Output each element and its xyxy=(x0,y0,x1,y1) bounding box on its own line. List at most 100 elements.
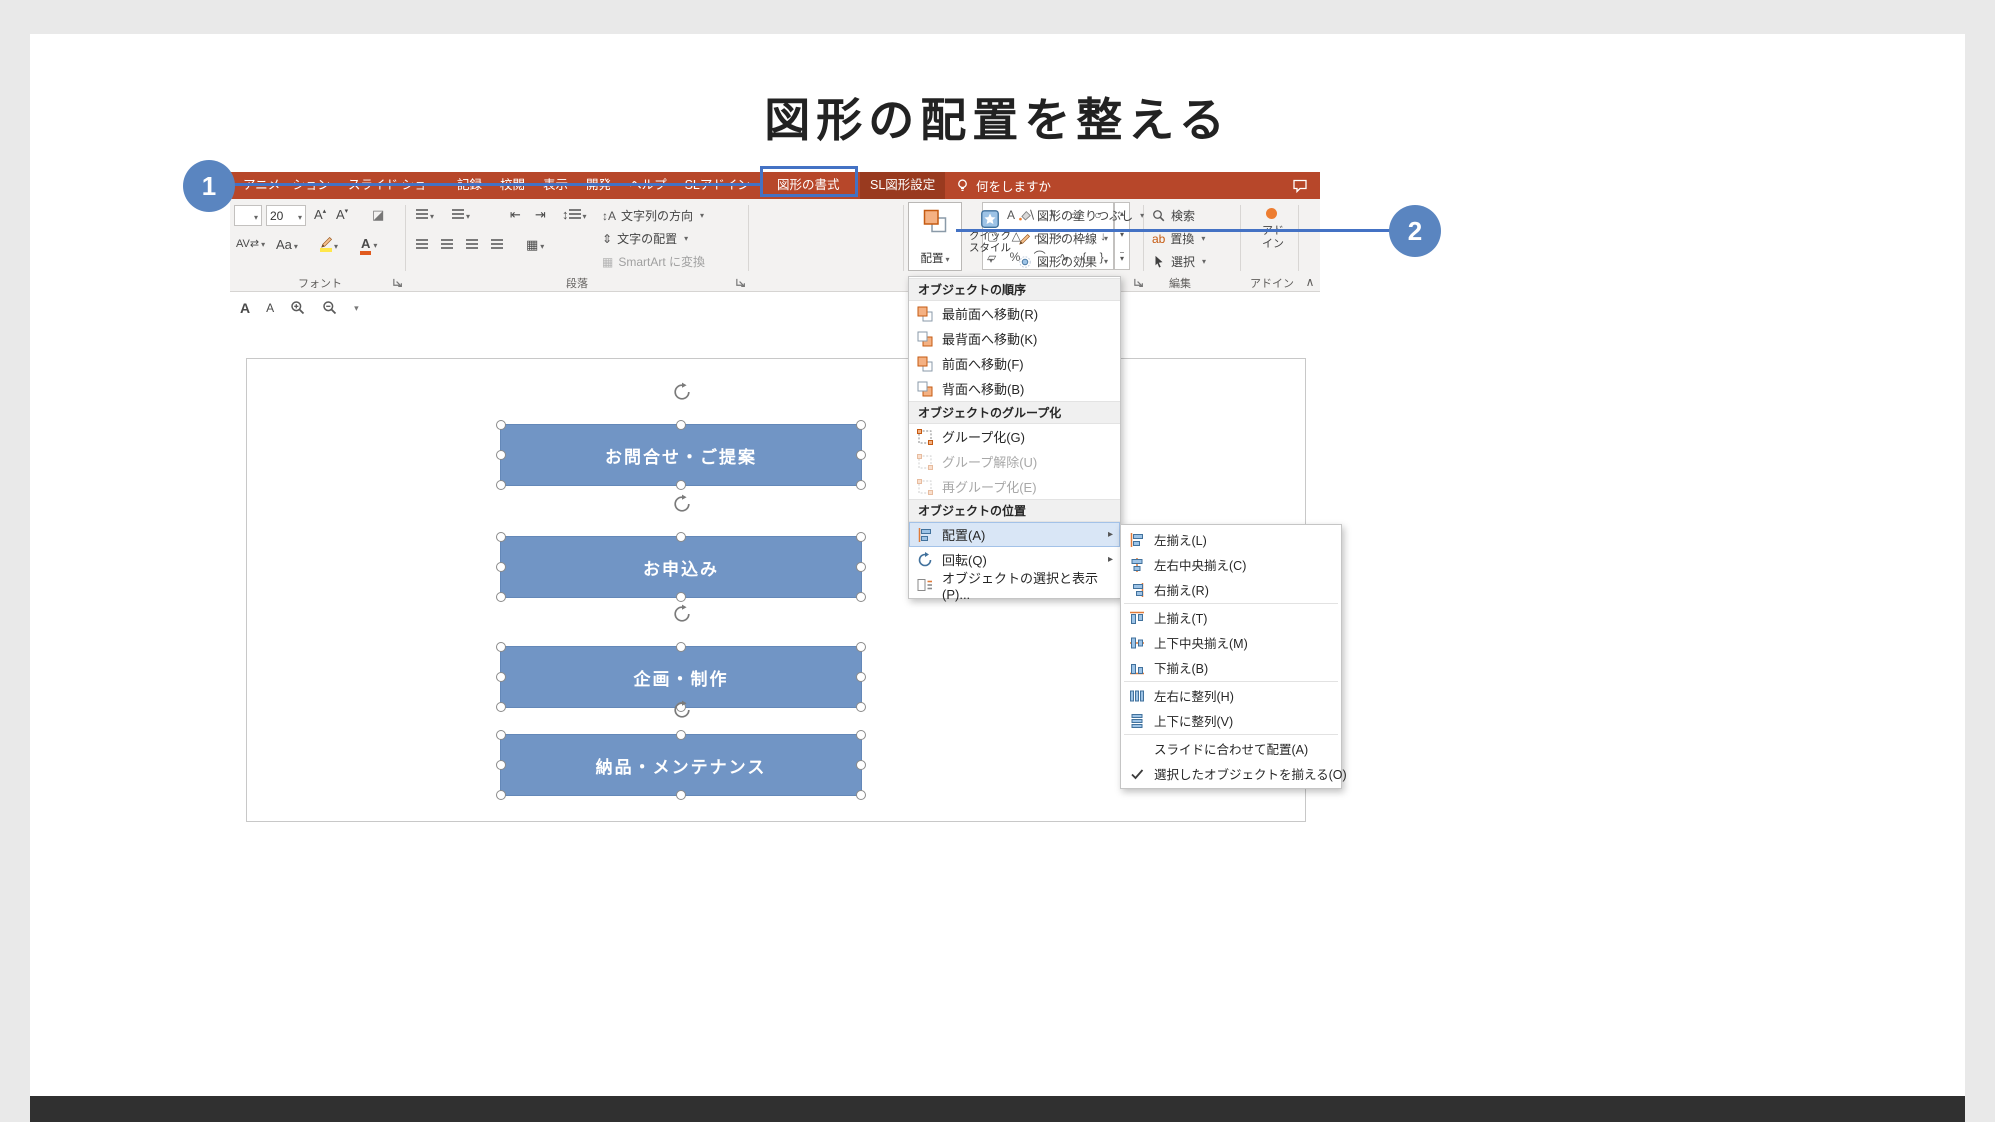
shape-styles-dialog-launcher-icon[interactable] xyxy=(1133,277,1144,288)
find-button[interactable]: 検索 xyxy=(1152,207,1195,224)
menu-item-align[interactable]: 配置(A)▸ xyxy=(909,522,1120,547)
decrease-indent-button[interactable]: ⇤ xyxy=(510,207,521,223)
selection-handle[interactable] xyxy=(496,420,506,430)
submenu-item-align-right[interactable]: 右揃え(R) xyxy=(1121,577,1341,602)
selection-handle[interactable] xyxy=(856,480,866,490)
selection-handle[interactable] xyxy=(676,532,686,542)
tab-sl-shape-settings[interactable]: SL図形設定 xyxy=(860,172,945,199)
menu-item-regroup[interactable]: 再グループ化(E) xyxy=(909,474,1120,499)
rotate-handle-icon[interactable] xyxy=(672,494,692,514)
arrange-button[interactable]: 配置 xyxy=(908,202,962,271)
selection-handle[interactable] xyxy=(676,592,686,602)
text-align-button[interactable]: ⇕文字の配置 xyxy=(602,230,688,247)
align-right-button[interactable] xyxy=(466,237,478,252)
align-left-button[interactable] xyxy=(416,237,428,252)
character-spacing-button[interactable]: AV⇄ xyxy=(236,237,265,250)
submenu-item-align-center[interactable]: 左右中央揃え(C) xyxy=(1121,552,1341,577)
selection-handle[interactable] xyxy=(496,532,506,542)
selection-handle[interactable] xyxy=(856,642,866,652)
selection-handle[interactable] xyxy=(856,730,866,740)
flow-shape-delivery[interactable]: 納品・メンテナンス xyxy=(500,734,862,796)
zoom-in-icon[interactable] xyxy=(290,300,306,316)
zoom-out-icon[interactable] xyxy=(322,300,338,316)
shape-fill-button[interactable]: 図形の塗りつぶし xyxy=(1018,207,1144,224)
font-dialog-launcher-icon[interactable] xyxy=(392,277,403,288)
selection-handle[interactable] xyxy=(856,672,866,682)
menu-item-bring-to-front[interactable]: 最前面へ移動(R) xyxy=(909,301,1120,326)
selection-handle[interactable] xyxy=(676,790,686,800)
selection-handle[interactable] xyxy=(496,592,506,602)
selection-handle[interactable] xyxy=(496,672,506,682)
change-case-button[interactable]: Aa xyxy=(276,237,298,252)
selection-handle[interactable] xyxy=(856,450,866,460)
font-color-button[interactable]: A xyxy=(360,236,377,251)
comment-icon[interactable] xyxy=(1292,178,1308,194)
selection-handle[interactable] xyxy=(496,562,506,572)
shrink-font-button[interactable]: A▾ xyxy=(336,207,348,222)
submenu-item-distribute-vertically[interactable]: 上下に整列(V) xyxy=(1121,708,1341,733)
menu-item-group[interactable]: グループ化(G) xyxy=(909,424,1120,449)
clear-formatting-icon[interactable]: ◪ xyxy=(372,207,384,223)
line-spacing-button[interactable]: ↕ xyxy=(562,207,587,222)
text-highlight-button[interactable] xyxy=(320,235,338,252)
menu-item-bring-forward[interactable]: 前面へ移動(F) xyxy=(909,351,1120,376)
rotate-handle-icon[interactable] xyxy=(672,382,692,402)
quick-styles-button[interactable]: クイックスタイル xyxy=(966,202,1014,271)
selection-handle[interactable] xyxy=(496,450,506,460)
font-name-combo[interactable] xyxy=(234,205,262,226)
submenu-item-align-selected-objects[interactable]: 選択したオブジェクトを揃える(O) xyxy=(1121,761,1341,786)
rotate-handle-icon[interactable] xyxy=(672,604,692,624)
columns-button[interactable]: ▦ xyxy=(526,237,544,253)
selection-handle[interactable] xyxy=(856,790,866,800)
font-a-small-icon[interactable]: A xyxy=(266,301,274,315)
text-direction-button[interactable]: ↕A文字列の方向 xyxy=(602,207,704,224)
shape-outline-button[interactable]: 図形の枠線 xyxy=(1018,230,1108,247)
bullets-button[interactable] xyxy=(416,207,434,222)
menu-item-selection-pane[interactable]: オブジェクトの選択と表示(P)... xyxy=(909,572,1120,597)
selection-handle[interactable] xyxy=(856,420,866,430)
selection-handle[interactable] xyxy=(496,702,506,712)
submenu-item-align-left[interactable]: 左揃え(L) xyxy=(1121,527,1341,552)
selection-handle[interactable] xyxy=(496,760,506,770)
menu-item-ungroup[interactable]: グループ解除(U) xyxy=(909,449,1120,474)
selection-handle[interactable] xyxy=(496,790,506,800)
font-size-combo[interactable]: 20 xyxy=(266,205,306,226)
align-center-button[interactable] xyxy=(441,237,453,252)
shape-effects-button[interactable]: 図形の効果 xyxy=(1018,253,1108,270)
submenu-item-align-top[interactable]: 上揃え(T) xyxy=(1121,605,1341,630)
select-button[interactable]: 選択 xyxy=(1152,253,1206,270)
paragraph-dialog-launcher-icon[interactable] xyxy=(735,277,746,288)
selection-handle[interactable] xyxy=(676,642,686,652)
selection-handle[interactable] xyxy=(496,480,506,490)
flow-shape-inquiry[interactable]: お問合せ・ご提案 xyxy=(500,424,862,486)
grow-font-button[interactable]: A▴ xyxy=(314,207,326,222)
selection-handle[interactable] xyxy=(676,480,686,490)
flow-shape-application[interactable]: お申込み xyxy=(500,536,862,598)
selection-handle[interactable] xyxy=(856,532,866,542)
smartart-convert-button[interactable]: ▦SmartArt に変換 xyxy=(602,253,705,270)
submenu-item-align-bottom[interactable]: 下揃え(B) xyxy=(1121,655,1341,680)
menu-item-send-backward[interactable]: 背面へ移動(B) xyxy=(909,376,1120,401)
selection-handle[interactable] xyxy=(856,562,866,572)
selection-handle[interactable] xyxy=(496,730,506,740)
submenu-item-distribute-horizontally[interactable]: 左右に整列(H) xyxy=(1121,683,1341,708)
justify-button[interactable] xyxy=(491,237,503,252)
selection-handle[interactable] xyxy=(856,760,866,770)
increase-indent-button[interactable]: ⇥ xyxy=(535,207,546,223)
tell-me[interactable]: 何をしますか xyxy=(955,172,1051,199)
flow-shape-planning[interactable]: 企画・制作 xyxy=(500,646,862,708)
replace-button[interactable]: ab置換 xyxy=(1152,230,1205,247)
submenu-item-align-to-slide[interactable]: スライドに合わせて配置(A) xyxy=(1121,736,1341,761)
collapse-ribbon-icon[interactable]: ∧ xyxy=(1302,275,1318,289)
mini-toolbar-more-icon[interactable]: ▾ xyxy=(354,303,359,314)
selection-handle[interactable] xyxy=(856,592,866,602)
rotate-handle-icon[interactable] xyxy=(672,700,692,720)
gallery-more-icon[interactable]: ▾ xyxy=(1120,252,1124,263)
submenu-item-align-middle[interactable]: 上下中央揃え(M) xyxy=(1121,630,1341,655)
selection-handle[interactable] xyxy=(496,642,506,652)
selection-handle[interactable] xyxy=(676,420,686,430)
font-a-icon[interactable]: A xyxy=(240,300,250,316)
selection-handle[interactable] xyxy=(856,702,866,712)
numbering-button[interactable] xyxy=(452,207,470,222)
selection-handle[interactable] xyxy=(676,730,686,740)
